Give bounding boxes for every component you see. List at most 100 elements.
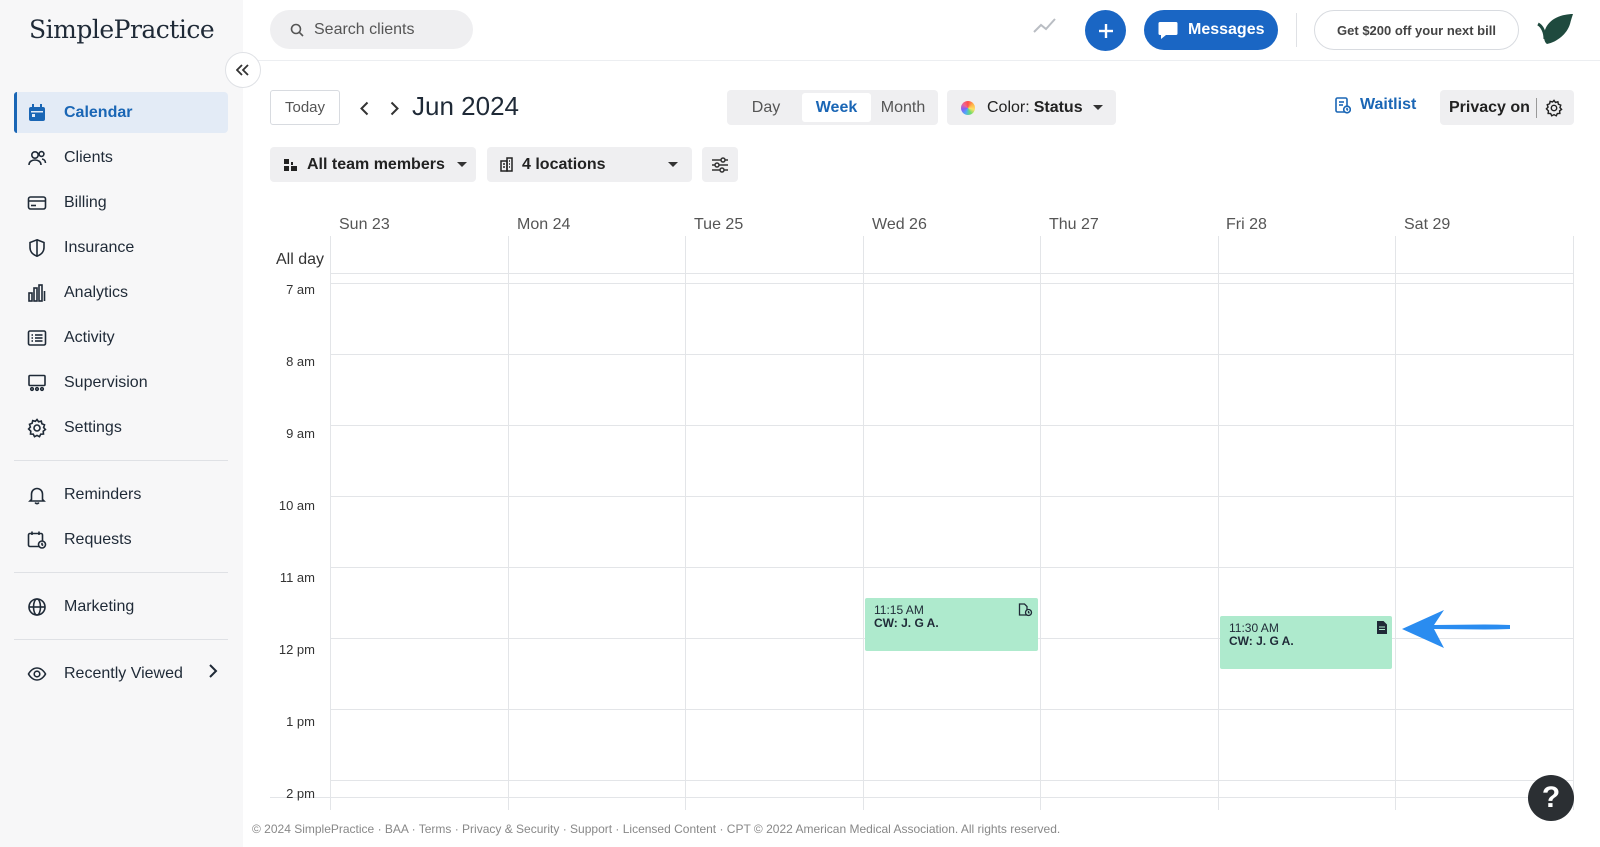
day-header-sat[interactable]: Sat 29: [1404, 216, 1450, 234]
hour-gridline: [330, 354, 1574, 355]
hour-label: 1 pm: [286, 714, 315, 729]
team-members-dropdown[interactable]: All team members: [270, 147, 476, 182]
sidebar-item-label: Reminders: [64, 485, 142, 503]
day-column-divider: [863, 236, 864, 810]
color-dropdown[interactable]: Color: Status: [947, 90, 1116, 125]
event-client: CW: J. G A.: [874, 616, 939, 630]
day-header-fri[interactable]: Fri 28: [1226, 216, 1267, 234]
color-value: Status: [1033, 98, 1083, 116]
promo-label: Get $200 off your next bill: [1337, 22, 1496, 38]
today-button[interactable]: Today: [270, 90, 340, 125]
hour-gridline: [330, 780, 1574, 781]
arrow-pointer-icon: [1400, 607, 1512, 656]
tab-day[interactable]: Day: [730, 93, 802, 122]
all-day-row-divider: [330, 273, 1574, 274]
week-calendar: Sun 23 Mon 24 Tue 25 Wed 26 Thu 27 Fri 2…: [270, 200, 1574, 810]
sidebar-item-clients[interactable]: Clients: [14, 137, 228, 178]
sidebar-nav: Calendar Clients Billing Insurance Analy…: [14, 92, 228, 698]
sidebar-item-label: Billing: [64, 193, 107, 211]
hour-gridline: [330, 496, 1574, 497]
hour-label: 10 am: [278, 498, 315, 513]
day-header-tue[interactable]: Tue 25: [694, 216, 743, 234]
sidebar-item-settings[interactable]: Settings: [14, 407, 228, 448]
locations-label: 4 locations: [522, 155, 606, 173]
privacy-divider: [1536, 97, 1537, 118]
sidebar-item-supervision[interactable]: Supervision: [14, 362, 228, 403]
sidebar-item-analytics[interactable]: Analytics: [14, 272, 228, 313]
tab-month[interactable]: Month: [871, 93, 935, 122]
search-bar[interactable]: [270, 10, 473, 49]
messages-button[interactable]: Messages: [1144, 10, 1278, 50]
team-label: All team members: [307, 155, 445, 173]
day-header-sun[interactable]: Sun 23: [339, 216, 390, 234]
hour-gridline: [330, 567, 1574, 568]
day-header-wed[interactable]: Wed 26: [872, 216, 927, 234]
day-header-thu[interactable]: Thu 27: [1049, 216, 1099, 234]
add-button[interactable]: [1085, 10, 1126, 51]
messages-label: Messages: [1188, 21, 1265, 38]
appointment-event[interactable]: 11:30 AM CW: J. G A.: [1220, 616, 1392, 669]
plus-icon: [1098, 23, 1114, 39]
promo-button[interactable]: Get $200 off your next bill: [1314, 10, 1519, 50]
logo[interactable]: SimplePractice: [29, 15, 215, 44]
day-header-mon[interactable]: Mon 24: [517, 216, 570, 234]
appointment-event[interactable]: 11:15 AM CW: J. G A.: [865, 598, 1038, 651]
next-week-button[interactable]: [383, 96, 405, 120]
previous-week-button[interactable]: [353, 96, 375, 120]
sidebar-item-billing[interactable]: Billing: [14, 182, 228, 223]
topbar-divider: [1296, 13, 1297, 47]
trend-icon[interactable]: [1033, 18, 1057, 39]
chat-bubble-icon: [1158, 21, 1178, 40]
day-column-divider: [1573, 236, 1574, 810]
shield-icon: [26, 237, 48, 259]
collapse-sidebar-button[interactable]: [225, 52, 261, 88]
footer: © 2024 SimplePractice · BAA · Terms · Pr…: [252, 822, 1061, 836]
sidebar-item-requests[interactable]: Requests: [14, 519, 228, 560]
color-label: Color:: [987, 98, 1030, 116]
sidebar-item-activity[interactable]: Activity: [14, 317, 228, 358]
calendar-settings-button[interactable]: [1545, 98, 1563, 117]
sidebar-item-label: Clients: [64, 148, 113, 166]
privacy-toggle[interactable]: Privacy on: [1440, 99, 1536, 117]
calendar-bottom-line: [270, 797, 1574, 798]
sliders-icon: [711, 156, 729, 173]
avatar[interactable]: [1535, 12, 1575, 48]
sidebar-item-marketing[interactable]: Marketing: [14, 586, 228, 627]
caret-down-icon: [1092, 105, 1103, 110]
event-time: 11:30 AM: [1229, 621, 1279, 635]
hour-label: 11 am: [279, 570, 315, 585]
sidebar-item-reminders[interactable]: Reminders: [14, 474, 228, 515]
activity-icon: [26, 327, 48, 349]
hour-label: 8 am: [286, 354, 315, 369]
filter-button[interactable]: [702, 147, 738, 182]
billing-icon: [26, 192, 48, 214]
waitlist-label: Waitlist: [1360, 96, 1417, 113]
chevron-right-icon: [208, 664, 218, 683]
privacy-group: Privacy on: [1440, 90, 1574, 125]
sidebar-item-label: Supervision: [64, 373, 148, 391]
day-column-divider: [508, 236, 509, 810]
hour-gridline: [330, 283, 1574, 284]
hour-label: 9 am: [286, 426, 315, 441]
sidebar-item-calendar[interactable]: Calendar: [14, 92, 228, 133]
topbar-divider-line: [243, 60, 1600, 61]
day-column-divider: [1040, 236, 1041, 810]
tab-week[interactable]: Week: [802, 93, 871, 122]
day-column-divider: [1395, 236, 1396, 810]
day-column-divider: [685, 236, 686, 810]
calendar-icon: [26, 102, 48, 124]
sidebar-item-label: Calendar: [64, 103, 133, 121]
document-clock-icon: [1018, 603, 1033, 617]
help-button[interactable]: ?: [1528, 775, 1574, 821]
hour-label: 2 pm: [286, 786, 315, 801]
sidebar-item-insurance[interactable]: Insurance: [14, 227, 228, 268]
caret-down-icon: [456, 162, 467, 167]
supervision-icon: [26, 372, 48, 394]
today-label: Today: [284, 99, 326, 116]
building-icon: [500, 157, 513, 172]
search-input[interactable]: [314, 20, 464, 39]
nav-divider: [14, 460, 228, 461]
waitlist-button[interactable]: Waitlist: [1335, 96, 1416, 114]
sidebar-item-recently-viewed[interactable]: Recently Viewed: [14, 653, 228, 694]
locations-dropdown[interactable]: 4 locations: [487, 147, 692, 182]
